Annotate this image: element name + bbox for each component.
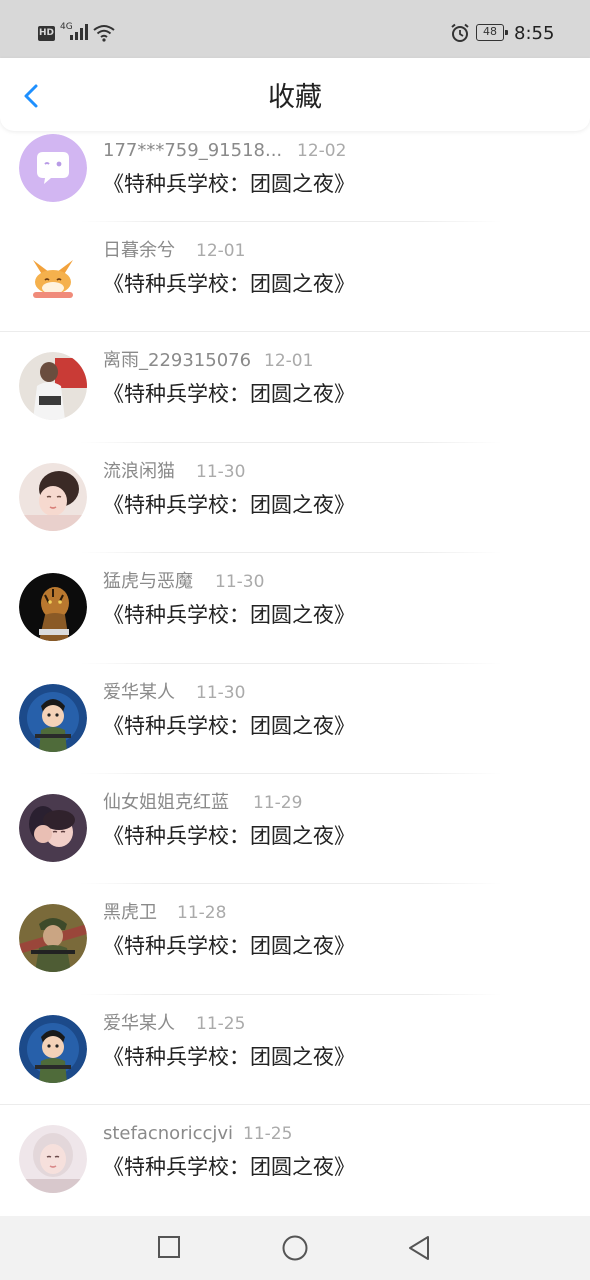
date: 11-30 [196,461,246,482]
username[interactable]: 仙女姐姐克红蓝 [103,791,229,815]
date: 11-29 [253,792,303,813]
work-title[interactable]: 《特种兵学校：团圆之夜》 [103,822,355,850]
work-title[interactable]: 《特种兵学校：团圆之夜》 [103,601,355,629]
list-item[interactable]: 流浪闲猫 11-30 《特种兵学校：团圆之夜》 [0,443,590,554]
back-triangle-icon[interactable] [406,1234,432,1262]
list-item[interactable]: 黑虎卫 11-28 《特种兵学校：团圆之夜》 [0,884,590,995]
list-item[interactable]: 猛虎与恶魔 11-30 《特种兵学校：团圆之夜》 [0,553,590,664]
chat-bubble-avatar-icon [19,134,87,202]
date: 12-01 [196,241,246,261]
avatar[interactable] [19,134,87,202]
page-title: 收藏 [268,82,322,113]
avatar[interactable] [19,683,87,752]
username[interactable]: 流浪闲猫 [103,460,175,484]
list-item[interactable]: 离雨_229315076 12-01 《特种兵学校：团圆之夜》 [0,332,590,443]
username[interactable]: 黑虎卫 [103,901,157,925]
photo-avatar-icon [19,793,87,862]
avatar[interactable] [19,1014,87,1083]
avatar[interactable] [19,462,87,531]
status-bar: HD 4G 48 8:55 [0,0,590,58]
avatar[interactable] [19,1125,87,1194]
alarm-icon [451,23,469,42]
nav-header: 收藏 [0,58,590,131]
list-item[interactable]: 日暮余兮 12-01 《特种兵学校：团圆之夜》 [0,222,590,333]
username[interactable]: 177***759_91518... [103,139,282,163]
home-circle-icon[interactable] [281,1234,309,1262]
recents-square-icon[interactable] [156,1234,182,1260]
date: 11-30 [215,572,265,593]
list-item[interactable]: 爱华某人 11-25 《特种兵学校：团圆之夜》 [0,995,590,1106]
date: 11-28 [177,903,227,924]
system-nav-bar [0,1216,590,1280]
wifi-icon [93,25,115,42]
username[interactable]: 日暮余兮 [103,239,175,263]
photo-avatar-icon [19,462,87,531]
hd-badge: HD [38,26,55,41]
list-item[interactable]: 仙女姐姐克红蓝 11-29 《特种兵学校：团圆之夜》 [0,774,590,885]
list-item[interactable]: 177***759_91518... 12-02 《特种兵学校：团圆之夜》 [0,131,590,222]
avatar[interactable] [19,352,87,421]
work-title[interactable]: 《特种兵学校：团圆之夜》 [103,380,355,408]
work-title[interactable]: 《特种兵学校：团圆之夜》 [103,932,355,960]
work-title[interactable]: 《特种兵学校：团圆之夜》 [103,1043,355,1071]
photo-avatar-icon [19,352,87,421]
favorites-list[interactable]: 177***759_91518... 12-02 《特种兵学校：团圆之夜》 日暮… [0,131,590,1216]
clock: 8:55 [514,23,555,44]
avatar[interactable] [19,793,87,862]
username[interactable]: 离雨_229315076 [103,349,251,373]
username[interactable]: 猛虎与恶魔 [103,570,193,594]
avatar[interactable] [19,573,87,642]
username[interactable]: 爱华某人 [103,681,175,705]
tiger-avatar-icon [19,573,87,642]
avatar[interactable] [19,904,87,973]
signal-icon [70,24,88,40]
work-title[interactable]: 《特种兵学校：团圆之夜》 [103,1153,355,1181]
work-title[interactable]: 《特种兵学校：团圆之夜》 [103,712,355,740]
cartoon-soldier-avatar-icon [19,683,87,752]
username[interactable]: stefacnoriccjvi [103,1122,233,1146]
work-title[interactable]: 《特种兵学校：团圆之夜》 [103,170,355,198]
date: 11-25 [243,1124,293,1145]
date: 12-02 [297,141,347,161]
photo-avatar-icon [19,1125,87,1194]
date: 11-30 [196,682,246,703]
list-item[interactable]: stefacnoriccjvi 11-25 《特种兵学校：团圆之夜》 [0,1105,590,1215]
username[interactable]: 爱华某人 [103,1012,175,1036]
work-title[interactable]: 《特种兵学校：团圆之夜》 [103,491,355,519]
date: 11-25 [196,1013,246,1034]
cartoon-soldier-avatar-icon [19,1014,87,1083]
soldier-avatar-icon [19,904,87,973]
fox-avatar-icon [19,242,87,310]
battery-icon: 48 [476,24,508,41]
list-item[interactable]: 爱华某人 11-30 《特种兵学校：团圆之夜》 [0,664,590,774]
avatar[interactable] [19,242,87,310]
date: 12-01 [264,351,314,372]
work-title[interactable]: 《特种兵学校：团圆之夜》 [103,270,355,298]
